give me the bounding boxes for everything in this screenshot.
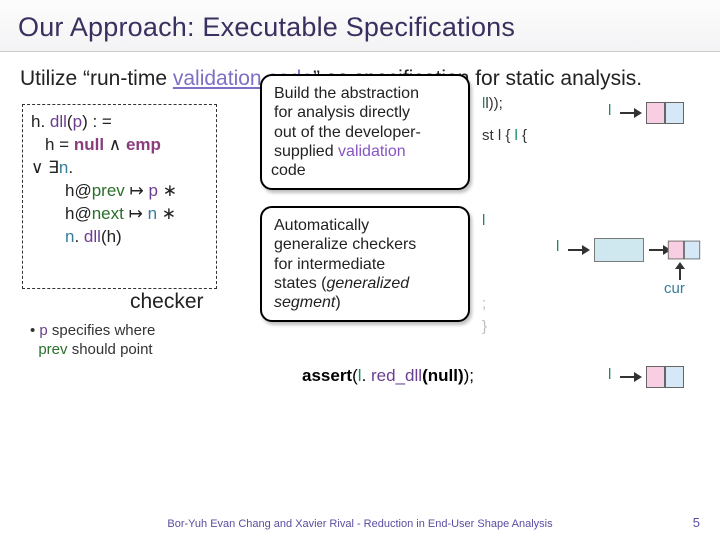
chk5-arrow: ↦ — [124, 204, 148, 223]
code-r2: st l { l { — [482, 124, 702, 147]
chk3-or: ∨ — [31, 158, 48, 177]
chk6-dot: . — [74, 227, 83, 246]
cur-label: cur — [664, 280, 685, 297]
node-left-half — [668, 241, 684, 260]
node-right-half — [684, 241, 700, 260]
chk6-hparen: (h) — [101, 227, 122, 246]
c2-b: generalize checkers — [274, 236, 416, 253]
node-right-half — [665, 366, 684, 388]
c2-a: Automatically — [274, 217, 369, 234]
code-r2-tail: st l { — [482, 127, 510, 144]
l-label-3: l — [608, 366, 611, 383]
c1-c: out of the developer- — [274, 124, 421, 141]
chk4-prev: prev — [92, 181, 125, 200]
node-right-half — [665, 102, 684, 124]
chk-p: p — [73, 112, 82, 131]
chk5-star: ∗ — [157, 204, 176, 223]
chk2-null: null — [74, 135, 104, 154]
chk6-dll: dll — [84, 227, 101, 246]
checker-note: • p specifies where prev should point — [30, 322, 230, 360]
c1-dp: supplied — [274, 143, 338, 160]
arrow-right-icon — [620, 108, 642, 118]
checker-label: checker — [130, 290, 204, 314]
callout-build-abstraction: Build the abstraction for analysis direc… — [260, 74, 470, 190]
node-left-half — [646, 102, 665, 124]
content-area: h. dll(p) : = h = null ∧ emp ∨ ∃n. h@pre… — [0, 98, 720, 438]
checker-line-6: n. dll(h) — [31, 226, 208, 249]
c1-dc: code — [271, 162, 306, 179]
chk-close: ) : = — [82, 112, 112, 131]
chk-dll: dll — [50, 112, 67, 131]
slide-title: Our Approach: Executable Specifications — [18, 12, 702, 43]
chk5-next: next — [92, 204, 124, 223]
node-left-half — [646, 366, 665, 388]
code-r3-l: l — [482, 212, 485, 229]
callout-generalize-checkers: Automatically generalize checkers for in… — [260, 206, 470, 322]
chknote-p: p — [39, 322, 47, 339]
checker-line-5: h@next ↦ n ∗ — [31, 203, 208, 226]
code-r3: l — [482, 209, 702, 232]
chk2-and: ∧ — [104, 135, 126, 154]
code-snippet-right: ll)); st l { l { l ; } — [482, 92, 702, 338]
segment-box-icon — [594, 238, 644, 262]
chk5-h: h@ — [65, 204, 92, 223]
chk3-dot: . — [68, 158, 73, 177]
code-r1-tail: l)); — [485, 95, 503, 112]
title-bar: Our Approach: Executable Specifications — [0, 0, 720, 52]
diagram-1 — [620, 102, 684, 124]
page-number: 5 — [693, 515, 700, 530]
c1-b: for analysis directly — [274, 104, 410, 121]
l-label-1: l — [608, 102, 611, 119]
assert-null: (null) — [422, 366, 464, 385]
footer-citation: Bor-Yuh Evan Chang and Xavier Rival - Re… — [0, 518, 720, 530]
code-close-brace: } — [482, 315, 702, 338]
assert-dot: . — [362, 366, 371, 385]
arrow-right-icon — [568, 245, 590, 255]
chk4-h: h@ — [65, 181, 92, 200]
chk4-p: p — [149, 181, 158, 200]
list-node-icon — [646, 102, 684, 124]
c2-dpo: ) — [335, 294, 340, 311]
chk5-n: n — [148, 204, 157, 223]
c2-dp: states ( — [274, 275, 326, 292]
code-r2-l: l — [515, 127, 518, 144]
assert-end: ); — [464, 366, 474, 385]
chknote-t2: should point — [68, 341, 153, 358]
chknote-t1: specifies where — [48, 322, 156, 339]
diagram-3 — [620, 366, 684, 388]
chk3-n: n — [59, 158, 68, 177]
l-label-2: l — [556, 238, 559, 255]
c1-a: Build the abstraction — [274, 85, 419, 102]
checker-definition-box: h. dll(p) : = h = null ∧ emp ∨ ∃n. h@pre… — [22, 104, 217, 289]
assert-reddll: red_dll — [371, 366, 422, 385]
checker-line-3: ∨ ∃n. — [31, 157, 208, 180]
checker-line-2: h = null ∧ emp — [31, 134, 208, 157]
chknote-prev: prev — [38, 341, 67, 358]
diagram-2 — [568, 238, 703, 262]
chk4-star: ∗ — [158, 181, 177, 200]
assert-kw: assert — [302, 366, 352, 385]
checker-line-1: h. dll(p) : = — [31, 111, 208, 134]
chk2-pre: h = — [45, 135, 74, 154]
chknote-bullet: • — [30, 322, 39, 339]
chk4-arrow: ↦ — [125, 181, 149, 200]
chk-h: h. — [31, 112, 50, 131]
arrow-right-icon — [620, 372, 642, 382]
chk3-exists: ∃ — [48, 158, 59, 177]
checker-line-4: h@prev ↦ p ∗ — [31, 180, 208, 203]
list-node-icon — [668, 241, 700, 260]
assert-line: assert(l. red_dll(null)); — [302, 366, 474, 386]
arrow-right-icon — [649, 245, 663, 255]
c2-c: for intermediate — [274, 256, 385, 273]
intro-pre: Utilize “run-time — [20, 67, 173, 90]
c1-dv: validation — [338, 143, 406, 160]
list-node-icon — [646, 366, 684, 388]
chk2-emp: emp — [126, 135, 161, 154]
arrow-up-icon — [675, 262, 685, 280]
